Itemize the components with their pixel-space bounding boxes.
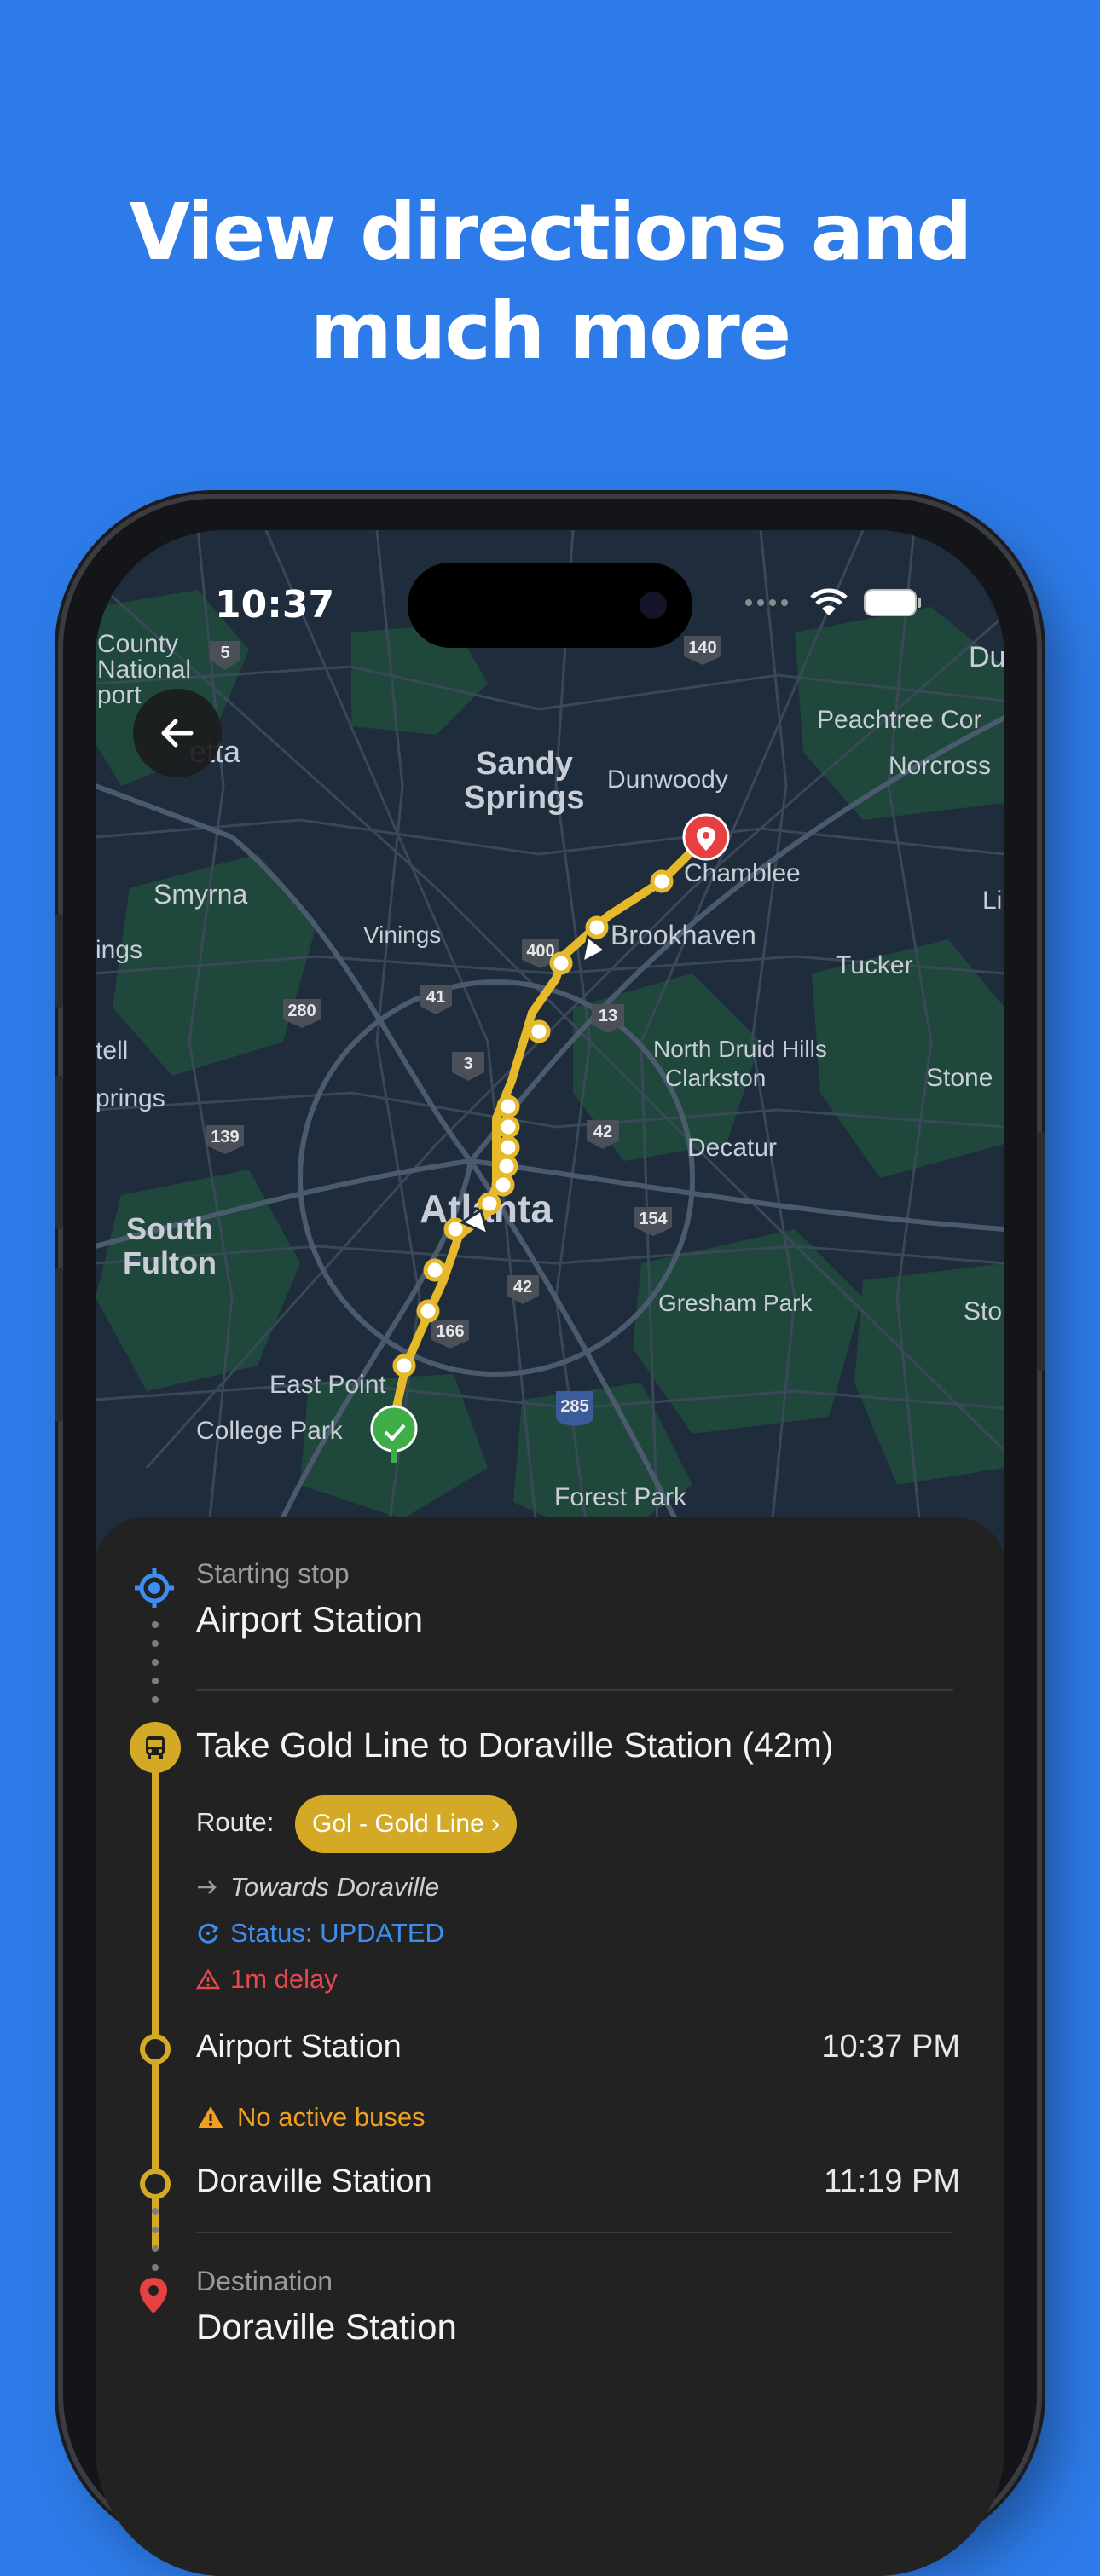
svg-text:400: 400	[526, 942, 554, 961]
destination-label: Destination	[196, 2266, 333, 2296]
svg-text:42: 42	[593, 1123, 612, 1141]
map-label: Li	[982, 887, 1002, 915]
signal-icon	[745, 599, 788, 606]
stop-doraville-time: 11:19 PM	[824, 2163, 960, 2199]
map-label: Stone	[926, 1064, 993, 1092]
status-text: Status: UPDATED	[230, 1918, 444, 1948]
walk-dotted-line	[152, 2208, 159, 2283]
power-button	[1037, 1132, 1045, 1371]
svg-text:42: 42	[513, 1278, 532, 1297]
svg-text:13: 13	[599, 1007, 617, 1025]
status-icons	[744, 588, 923, 617]
headline: View directions and much more	[0, 183, 1100, 381]
towards-text: Towards Doraville	[230, 1872, 440, 1902]
svg-text:41: 41	[426, 988, 445, 1007]
stop-airport-time: 10:37 PM	[821, 2029, 960, 2065]
pin-icon	[140, 2278, 167, 2313]
map-label: Springs	[464, 780, 584, 816]
refresh-icon	[198, 1923, 219, 1944]
map-label: prings	[96, 1084, 165, 1112]
delay-row: 1m delay	[196, 1964, 338, 1995]
map-label: Norcross	[889, 752, 991, 780]
no-buses-text: No active buses	[237, 2102, 426, 2132]
stop-marker	[140, 2169, 171, 2199]
arrow-right-icon	[198, 1880, 217, 1894]
map-label: port	[97, 681, 142, 709]
svg-text:140: 140	[688, 638, 716, 657]
action-button	[55, 914, 63, 1008]
map-label: Gresham Park	[658, 1290, 813, 1316]
map-label: South	[126, 1211, 213, 1246]
no-buses-row: No active buses	[196, 2102, 426, 2133]
map-label: Tucker	[836, 951, 913, 979]
volume-up-button	[55, 1076, 63, 1229]
dynamic-island	[408, 563, 692, 648]
map-label: Dunwoody	[607, 765, 728, 794]
svg-text:3: 3	[463, 1054, 472, 1073]
status-time: 10:37	[215, 583, 335, 627]
directions-sheet: Starting stop Airport Station Take Gold …	[96, 1517, 1004, 2576]
towards-row: Towards Doraville	[196, 1872, 439, 1903]
map-label: Sandy	[476, 746, 573, 782]
map-label: Du	[969, 641, 1004, 673]
map-label: Clarkston	[665, 1065, 766, 1091]
volume-down-button	[55, 1268, 63, 1422]
map-label: National	[97, 656, 191, 684]
crosshair-icon	[135, 1568, 174, 1608]
route-pill-button[interactable]: Gol - Gold Line ›	[295, 1795, 518, 1853]
svg-text:5: 5	[220, 644, 229, 662]
warning-outline-icon	[196, 1968, 220, 1990]
take-line-title: Take Gold Line to Doraville Station (42m…	[196, 1725, 834, 1765]
map-label: Peachtree Cor	[817, 706, 981, 734]
map-label: County	[97, 630, 178, 658]
map-label: Stone	[964, 1297, 1004, 1326]
destination-pin-icon[interactable]	[682, 813, 730, 861]
map-label: North Druid Hills	[653, 1036, 827, 1062]
map-label: tell	[96, 1037, 128, 1065]
divider	[196, 1689, 953, 1691]
bus-icon	[146, 1736, 165, 1759]
arrow-left-icon	[161, 719, 194, 748]
map-label: Smyrna	[153, 879, 247, 910]
map-label: Vinings	[363, 921, 441, 948]
svg-text:166: 166	[436, 1322, 464, 1341]
svg-text:154: 154	[639, 1210, 668, 1228]
divider	[196, 2232, 953, 2233]
map-label: Chamblee	[684, 859, 801, 887]
warning-icon	[198, 2106, 223, 2128]
map-label: Brookhaven	[611, 920, 756, 950]
bus-step-badge	[130, 1722, 181, 1773]
destination-name: Doraville Station	[196, 2307, 457, 2347]
stop-doraville-name: Doraville Station	[196, 2163, 432, 2199]
map-label: ings	[96, 936, 142, 964]
back-button[interactable]	[133, 689, 222, 777]
headline-line-1: View directions and	[129, 187, 973, 278]
highway-shield: 285	[556, 1391, 593, 1426]
delay-text: 1m delay	[230, 1964, 338, 1994]
wifi-icon	[810, 588, 848, 615]
status-row: Status: UPDATED	[196, 1918, 444, 1949]
stop-marker	[140, 2034, 171, 2065]
stop-airport-name: Airport Station	[196, 2029, 402, 2065]
map-label: Fulton	[123, 1245, 217, 1280]
route-label: Route:	[196, 1807, 275, 1837]
map-label: East Point	[269, 1371, 386, 1399]
map-label: College Park	[196, 1417, 344, 1445]
map-label: Forest Park	[554, 1483, 687, 1511]
starting-stop-label: Starting stop	[196, 1558, 350, 1589]
phone-screen: County National port Du etta Peachtree C…	[96, 530, 1004, 2576]
svg-text:280: 280	[287, 1002, 316, 1020]
svg-text:139: 139	[211, 1128, 239, 1146]
battery-icon	[864, 589, 921, 616]
walk-dotted-line	[152, 1621, 159, 1715]
svg-text:285: 285	[560, 1397, 588, 1416]
headline-line-2: much more	[310, 286, 791, 377]
map-label: Decatur	[687, 1134, 777, 1162]
starting-stop-name: Airport Station	[196, 1599, 424, 1639]
transit-map[interactable]: County National port Du etta Peachtree C…	[96, 530, 1004, 1553]
